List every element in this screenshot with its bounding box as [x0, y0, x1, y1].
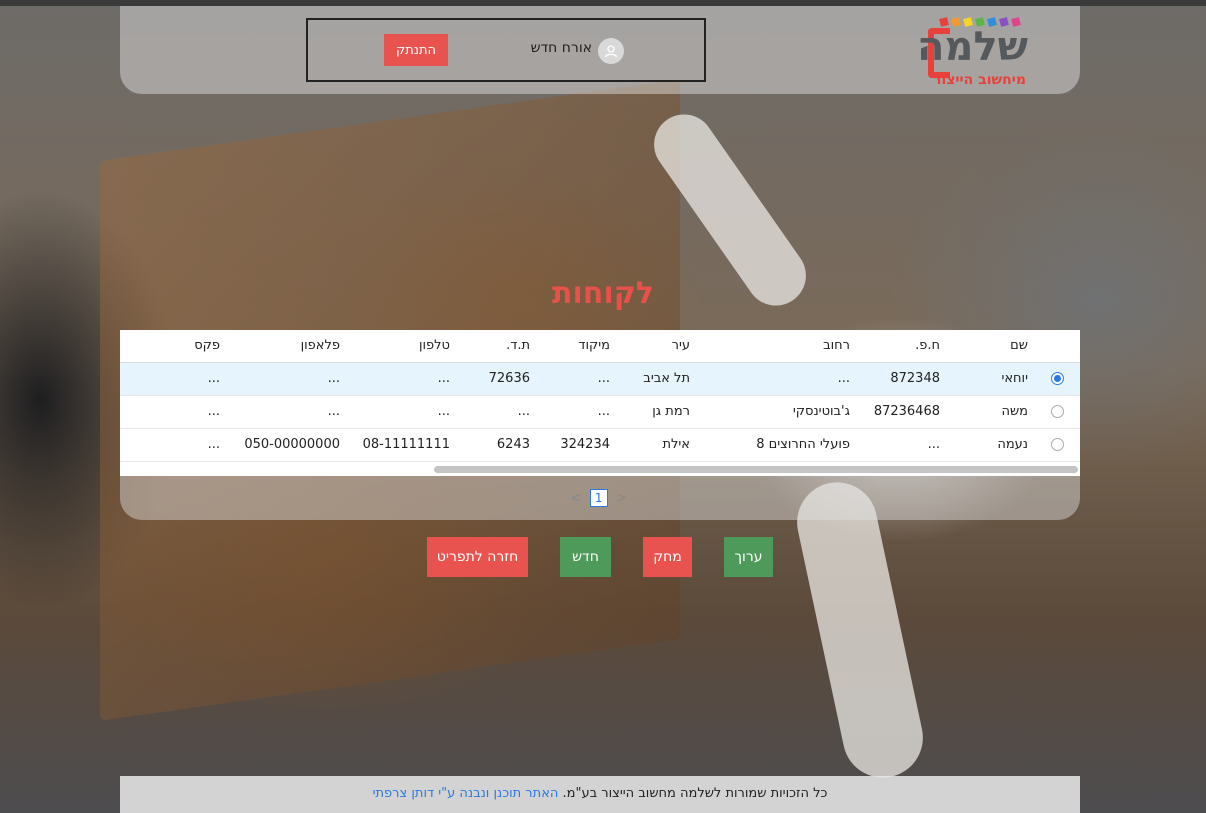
user-icon	[598, 38, 624, 64]
cell-city: רמת גן	[616, 395, 696, 429]
header-phone[interactable]: טלפון	[346, 330, 456, 363]
horizontal-scrollbar[interactable]	[434, 466, 1078, 473]
page-title: לקוחות	[552, 276, 654, 311]
table-row[interactable]: יוחאי 872348 ... תל אביב ... 72636 ... .…	[120, 362, 1080, 396]
cell-mobile: 050-00000000	[226, 428, 346, 462]
cell-phone: ...	[346, 395, 456, 429]
customers-table-wrapper: שם ח.פ. רחוב עיר מיקוד ת.ד. טלפון פלאפון…	[120, 330, 1080, 476]
logout-button[interactable]: התנתק	[384, 34, 448, 66]
cell-po-box: 72636	[456, 362, 536, 396]
cell-mobile: ...	[226, 395, 346, 429]
cell-company-id: ...	[856, 428, 946, 462]
edit-button[interactable]: ערוך	[724, 537, 773, 577]
table-row[interactable]: נעמה ... פועלי החרוצים 8 אילת 324234 624…	[120, 428, 1080, 462]
table-header-row: שם ח.פ. רחוב עיר מיקוד ת.ד. טלפון פלאפון…	[120, 330, 1080, 363]
header-company-id[interactable]: ח.פ.	[856, 330, 946, 363]
header-mobile[interactable]: פלאפון	[226, 330, 346, 363]
header-name[interactable]: שם	[946, 330, 1034, 363]
cell-zip: 324234	[536, 428, 616, 462]
table-row[interactable]: משה 87236468 ג'בוטינסקי רמת גן ... ... .…	[120, 395, 1080, 429]
header-select	[1034, 330, 1080, 363]
logo-name: שלמה	[917, 24, 1028, 70]
pagination-next-icon[interactable]: >	[616, 490, 628, 506]
cell-fax: ...	[120, 395, 226, 429]
cell-city: תל אביב	[616, 362, 696, 396]
header-zip[interactable]: מיקוד	[536, 330, 616, 363]
site-footer: כל הזכויות שמורות לשלמה מחשוב הייצור בע"…	[120, 776, 1080, 813]
cell-zip: ...	[536, 395, 616, 429]
footer-credit-link[interactable]: האתר תוכנן ונבנה ע"י דותן צרפתי	[373, 786, 559, 801]
user-box: אורח חדש התנתק	[306, 18, 706, 82]
cell-company-id: 872348	[856, 362, 946, 396]
cell-fax: ...	[120, 362, 226, 396]
cell-po-box: ...	[456, 395, 536, 429]
header-street[interactable]: רחוב	[696, 330, 856, 363]
cell-name: נעמה	[946, 428, 1034, 462]
footer-rights: כל הזכויות שמורות לשלמה מחשוב הייצור בע"…	[562, 786, 828, 801]
new-button[interactable]: חדש	[560, 537, 611, 577]
row-radio[interactable]	[1050, 438, 1064, 451]
cell-phone: ...	[346, 362, 456, 396]
pagination: < 1 >	[570, 488, 627, 508]
background-frame	[789, 474, 931, 786]
delete-button[interactable]: מחק	[643, 537, 692, 577]
cell-street: ג'בוטינסקי	[696, 395, 856, 429]
header-city[interactable]: עיר	[616, 330, 696, 363]
logo-subtitle: מיחשוב הייצור	[933, 72, 1026, 88]
customers-table: שם ח.פ. רחוב עיר מיקוד ת.ד. טלפון פלאפון…	[120, 330, 1080, 462]
row-radio[interactable]	[1050, 405, 1064, 418]
cell-name: משה	[946, 395, 1034, 429]
cell-mobile: ...	[226, 362, 346, 396]
cell-po-box: 6243	[456, 428, 536, 462]
pagination-prev-icon[interactable]: <	[570, 490, 582, 506]
pagination-page-current[interactable]: 1	[589, 489, 608, 507]
header-fax[interactable]: פקס	[120, 330, 226, 363]
user-name: אורח חדש	[530, 40, 592, 56]
cell-company-id: 87236468	[856, 395, 946, 429]
header-po-box[interactable]: ת.ד.	[456, 330, 536, 363]
row-radio-selected[interactable]	[1050, 372, 1064, 385]
company-logo[interactable]: שלמה מיחשוב הייצור	[917, 14, 1028, 92]
cell-zip: ...	[536, 362, 616, 396]
site-header: שלמה מיחשוב הייצור אורח חדש התנתק	[120, 6, 1080, 94]
cell-street: ...	[696, 362, 856, 396]
cell-fax: ...	[120, 428, 226, 462]
back-to-menu-button[interactable]: חזרה לתפריט	[427, 537, 528, 577]
cell-phone: 08-11111111	[346, 428, 456, 462]
cell-city: אילת	[616, 428, 696, 462]
cell-street: פועלי החרוצים 8	[696, 428, 856, 462]
cell-name: יוחאי	[946, 362, 1034, 396]
